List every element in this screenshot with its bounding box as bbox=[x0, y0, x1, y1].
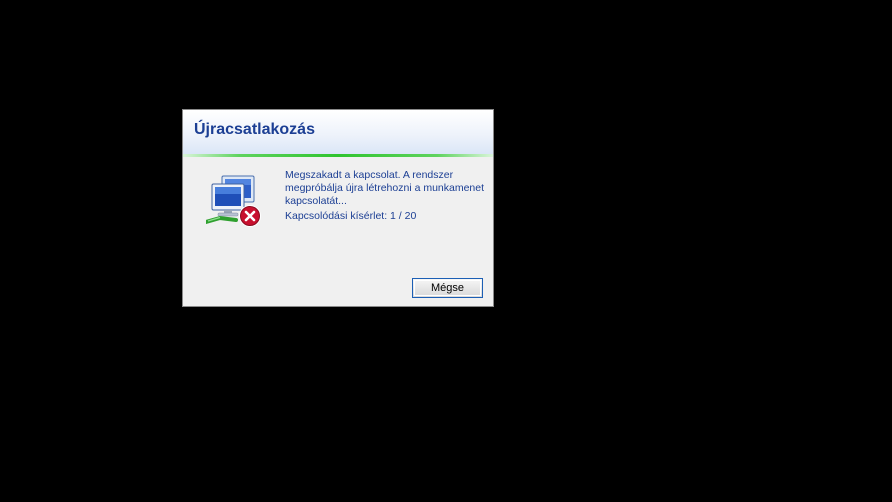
header-accent-line bbox=[183, 154, 493, 157]
dialog-title: Újracsatlakozás bbox=[194, 121, 315, 138]
cancel-button[interactable]: Mégse bbox=[412, 278, 483, 298]
network-error-icon bbox=[204, 174, 266, 230]
reconnect-dialog: Újracsatlakozás Megszakadt a kapcsolat. … bbox=[182, 109, 494, 307]
connection-lost-message: Megszakadt a kapcsolat. A rendszer megpr… bbox=[285, 169, 485, 207]
attempt-counter: Kapcsolódási kísérlet: 1 / 20 bbox=[285, 210, 417, 222]
dialog-header: Újracsatlakozás bbox=[183, 110, 493, 154]
